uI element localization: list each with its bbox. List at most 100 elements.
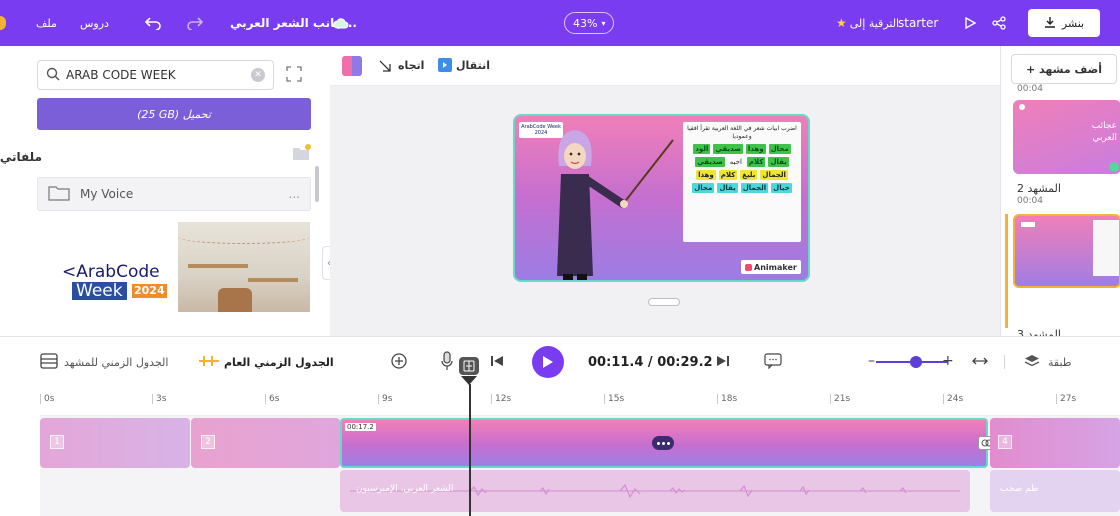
skip-forward-icon[interactable] bbox=[716, 354, 730, 371]
timeline-zoom-knob[interactable] bbox=[910, 356, 922, 368]
menu-lessons[interactable]: دروس bbox=[80, 17, 109, 30]
folder-my-voice[interactable]: My Voice ... bbox=[37, 177, 311, 211]
transition-icon[interactable] bbox=[438, 58, 452, 72]
skip-back-icon[interactable] bbox=[490, 354, 504, 371]
upgrade-link[interactable]: الترقية إلى bbox=[850, 17, 899, 30]
menu-file[interactable]: ملف bbox=[36, 17, 57, 30]
undo-icon[interactable] bbox=[144, 14, 162, 32]
poem-word: الود bbox=[693, 144, 711, 154]
audio-track-2[interactable]: طم صحب bbox=[990, 470, 1120, 512]
search-icon bbox=[46, 67, 60, 84]
scene-timeline-icon[interactable] bbox=[40, 352, 58, 372]
fit-width-icon[interactable] bbox=[972, 355, 988, 370]
scene-clip-3-active[interactable]: 00:17.2 bbox=[340, 418, 988, 468]
panel-scrollbar[interactable] bbox=[315, 166, 319, 202]
playhead-handle[interactable] bbox=[459, 357, 479, 375]
clip-number: 1 bbox=[50, 435, 64, 449]
scene-2-thumb-text: عجائب العربي bbox=[1091, 121, 1117, 143]
scene-3-mini-logo bbox=[1021, 222, 1035, 227]
teacher-character[interactable] bbox=[535, 126, 675, 282]
tick-label: 24s bbox=[943, 394, 963, 404]
poem-heading: اضرب ابيات شعر في اللغة العربية تقرأ افق… bbox=[687, 125, 797, 140]
scene-clip-1[interactable]: 1 bbox=[40, 418, 190, 468]
publish-button[interactable]: بنشر bbox=[1028, 9, 1100, 37]
clear-search-icon[interactable]: ✕ bbox=[251, 68, 265, 82]
zoom-out-minus[interactable]: – bbox=[868, 353, 875, 369]
media-thumb-room[interactable] bbox=[178, 222, 310, 312]
transition-label[interactable]: انتقال bbox=[456, 59, 490, 72]
thumb-text-1: <ArabCode bbox=[62, 262, 160, 282]
publish-label: بنشر bbox=[1061, 16, 1085, 30]
scene-timeline-tab[interactable]: الجدول الزمني للمشهد bbox=[64, 356, 168, 369]
scene-slide[interactable]: ArabCode Week 2024 اضرب ابيات شعر في الل… bbox=[513, 114, 810, 282]
canvas-resize-handle[interactable] bbox=[648, 298, 680, 306]
clip-number: 2 bbox=[201, 435, 215, 449]
scene-2-time: 00:04 bbox=[1017, 196, 1043, 206]
tick-label: 6s bbox=[265, 394, 279, 404]
split-icon bbox=[463, 360, 475, 372]
clip-options-icon[interactable] bbox=[652, 436, 674, 450]
poem-word: وهذا bbox=[745, 144, 766, 154]
current-time: 00:11.4 bbox=[588, 354, 644, 370]
time-ruler[interactable]: 0s 3s 6s 9s 12s 15s 18s 21s 24s 27s bbox=[40, 386, 1120, 416]
cloud-saved-icon bbox=[332, 14, 350, 32]
tick-label: 15s bbox=[604, 394, 624, 404]
poem-word: كلام bbox=[718, 170, 738, 180]
clip-number: 4 bbox=[998, 435, 1012, 449]
poem-word: محال bbox=[768, 144, 791, 154]
zoom-dropdown[interactable]: 43% ▾ bbox=[564, 12, 615, 34]
media-thumb-arabcode[interactable]: <ArabCode Week 2024 bbox=[42, 222, 172, 312]
poem-word: صديقي bbox=[713, 144, 743, 154]
main-timeline-tab[interactable]: الجدول الزمني العام bbox=[224, 356, 334, 369]
zoom-in-plus[interactable]: + bbox=[942, 353, 954, 369]
animaker-logo-icon bbox=[745, 263, 752, 271]
active-scene-indicator bbox=[1005, 214, 1008, 328]
tick-label: 21s bbox=[830, 394, 850, 404]
thumb-text-2: Week bbox=[72, 282, 127, 300]
layers-icon[interactable] bbox=[1024, 354, 1040, 371]
poem-word: وهذا bbox=[696, 170, 716, 180]
add-marker-icon[interactable] bbox=[390, 352, 408, 373]
tick-label: 18s bbox=[717, 394, 737, 404]
audio-track-1[interactable]: الشعر العربي، الإمبرسيون bbox=[340, 470, 970, 512]
my-files-title: ملفاتي bbox=[0, 150, 42, 164]
more-options-icon[interactable]: ... bbox=[289, 187, 300, 201]
divider bbox=[1004, 355, 1005, 369]
expand-panel-icon[interactable] bbox=[286, 66, 302, 85]
canvas-toolbar: اتجاه انتقال bbox=[330, 46, 1000, 86]
new-folder-icon[interactable] bbox=[292, 144, 312, 165]
preview-play-icon[interactable] bbox=[961, 14, 979, 32]
thumb-year: 2024 bbox=[132, 284, 167, 298]
color-swatch-button[interactable] bbox=[342, 56, 362, 76]
redo-icon[interactable] bbox=[186, 14, 204, 32]
tick-label: 0s bbox=[40, 394, 54, 404]
play-button[interactable] bbox=[532, 346, 564, 378]
star-icon: ★ bbox=[836, 16, 847, 30]
watermark-text: Animaker bbox=[754, 262, 797, 272]
search-box[interactable]: ✕ bbox=[37, 60, 274, 90]
add-scene-button[interactable]: أضف مشهد + bbox=[1011, 54, 1117, 84]
direction-label[interactable]: اتجاه bbox=[398, 59, 424, 72]
upload-button[interactable]: (25 GB) تحميل bbox=[37, 98, 311, 130]
scene-3-thumb[interactable] bbox=[1013, 214, 1120, 288]
layers-label[interactable]: طبقة bbox=[1048, 356, 1072, 369]
shelf bbox=[188, 264, 248, 268]
poem-row-2: يقال كلام احبه صديقي bbox=[686, 157, 798, 167]
download-icon bbox=[1044, 16, 1056, 31]
scene-clip-2[interactable]: 2 bbox=[191, 418, 340, 468]
direction-arrow-icon[interactable] bbox=[378, 59, 392, 76]
scene-2-thumb[interactable]: عجائب العربي bbox=[1013, 100, 1120, 174]
microphone-icon[interactable] bbox=[440, 350, 454, 374]
poem-word: خيال bbox=[771, 183, 792, 193]
subtitle-icon[interactable] bbox=[764, 352, 782, 372]
share-icon[interactable] bbox=[990, 14, 1008, 32]
search-input[interactable] bbox=[66, 68, 245, 82]
logo-fragment bbox=[0, 0, 6, 46]
scene-clip-4[interactable]: 4 bbox=[990, 418, 1120, 468]
poem-board[interactable]: اضرب ابيات شعر في اللغة العربية تقرأ افق… bbox=[683, 122, 801, 242]
playhead[interactable] bbox=[469, 384, 471, 516]
main-timeline-icon[interactable] bbox=[198, 353, 220, 372]
upload-label: (25 GB) تحميل bbox=[137, 107, 211, 121]
poem-word: الجمال bbox=[760, 170, 788, 180]
poem-word: محال bbox=[692, 183, 715, 193]
